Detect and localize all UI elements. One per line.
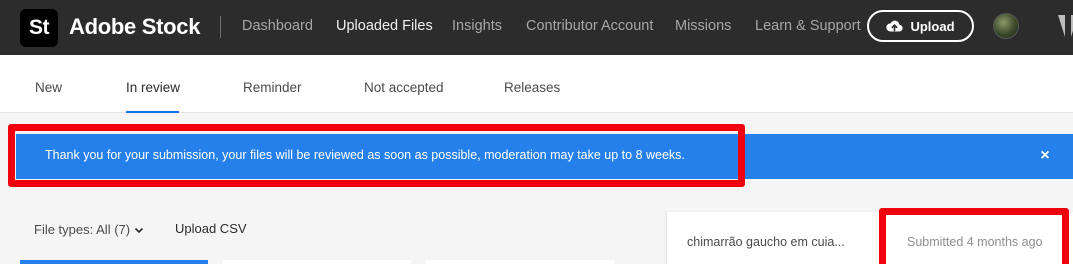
review-info-banner: Thank you for your submission, your file… bbox=[16, 134, 1073, 179]
banner-message: Thank you for your submission, your file… bbox=[45, 148, 685, 162]
file-types-dropdown[interactable]: File types: All (7) bbox=[34, 222, 144, 237]
adobe-logo-icon[interactable] bbox=[1058, 15, 1073, 37]
nav-learn-support[interactable]: Learn & Support bbox=[755, 18, 861, 34]
submission-status: Submitted 4 months ago bbox=[907, 235, 1043, 249]
active-tab-indicator bbox=[126, 111, 179, 113]
file-types-label: File types: All (7) bbox=[34, 222, 131, 237]
nav-uploaded-files[interactable]: Uploaded Files bbox=[336, 18, 433, 34]
upload-button[interactable]: Upload bbox=[867, 10, 974, 42]
nav-missions[interactable]: Missions bbox=[675, 18, 731, 34]
file-card[interactable] bbox=[223, 260, 411, 264]
upload-csv-link[interactable]: Upload CSV bbox=[175, 221, 247, 236]
tab-releases[interactable]: Releases bbox=[504, 80, 560, 95]
user-avatar[interactable] bbox=[993, 13, 1019, 39]
file-status-tabs: New In review Reminder Not accepted Rele… bbox=[0, 55, 1073, 113]
submission-title: chimarrão gaucho em cuia... bbox=[687, 235, 845, 249]
brand-name[interactable]: Adobe Stock bbox=[69, 14, 200, 40]
close-icon[interactable]: × bbox=[1035, 146, 1055, 166]
upload-button-label: Upload bbox=[910, 18, 955, 34]
nav-contributor-account[interactable]: Contributor Account bbox=[526, 18, 653, 34]
file-card-selected[interactable] bbox=[20, 260, 208, 264]
file-card[interactable] bbox=[426, 260, 614, 264]
chevron-down-icon bbox=[134, 222, 144, 237]
cloud-upload-icon bbox=[886, 19, 904, 33]
tab-not-accepted[interactable]: Not accepted bbox=[364, 80, 444, 95]
submission-details-panel[interactable]: chimarrão gaucho em cuia... Submitted 4 … bbox=[666, 212, 1073, 264]
nav-dashboard[interactable]: Dashboard bbox=[242, 18, 313, 34]
nav-divider bbox=[220, 16, 221, 38]
top-nav-bar: St Adobe Stock Dashboard Uploaded Files … bbox=[0, 0, 1073, 55]
adobe-stock-logo[interactable]: St bbox=[20, 9, 58, 47]
tab-new[interactable]: New bbox=[35, 80, 62, 95]
tab-in-review[interactable]: In review bbox=[126, 80, 180, 95]
nav-insights[interactable]: Insights bbox=[452, 18, 502, 34]
tab-reminder[interactable]: Reminder bbox=[243, 80, 302, 95]
